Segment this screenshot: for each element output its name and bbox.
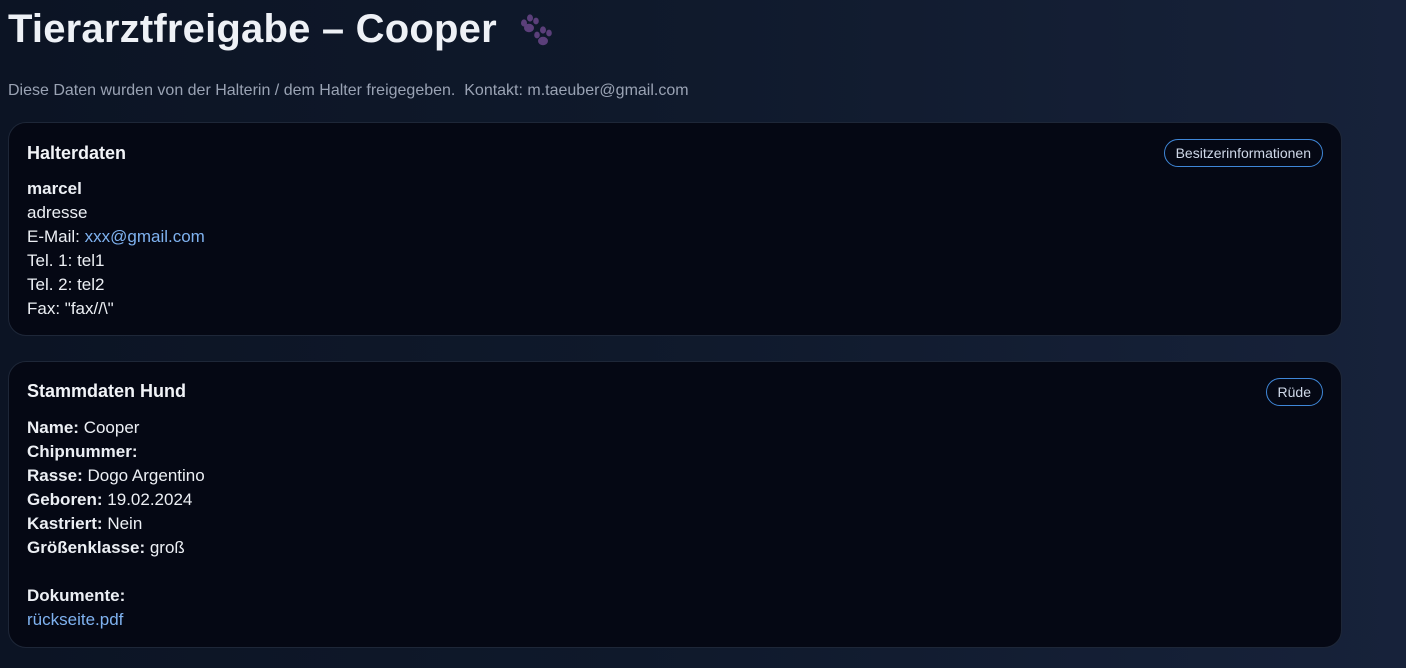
dog-field-neutered: Kastriert: Nein (27, 512, 205, 536)
share-notice: Diese Daten wurden von der Halterin / de… (8, 82, 689, 99)
field-value: Dogo Argentino (82, 466, 205, 485)
field-label: Geboren: (27, 490, 103, 509)
dog-field-size: Größenklasse: groß (27, 536, 205, 560)
sex-badge[interactable]: Rüde (1265, 378, 1323, 406)
owner-card: Halterdaten Besitzerinformationen marcel… (8, 122, 1342, 336)
dog-field-chip: Chipnummer: (27, 440, 205, 464)
document-item: rückseite.pdf (27, 608, 205, 632)
page-title-text: Tierarztfreigabe – Cooper (8, 7, 497, 51)
field-label: Name: (27, 418, 79, 437)
owner-fax: Fax: "fax//\" (27, 299, 114, 318)
owner-email-link[interactable]: xxx@gmail.com (85, 227, 205, 246)
page-title: Tierarztfreigabe – Cooper (8, 6, 555, 52)
dog-card-title: Stammdaten Hund (27, 381, 187, 401)
document-link[interactable]: rückseite.pdf (27, 610, 123, 629)
field-label: Rasse: (27, 466, 83, 485)
dog-card: Stammdaten Hund Rüde Name: Cooper Chipnu… (8, 361, 1342, 648)
owner-card-title: Halterdaten (27, 143, 127, 163)
field-label: Größenklasse: (27, 538, 146, 557)
documents-label: Dokumente: (27, 586, 126, 605)
owner-email-row: E-Mail: xxx@gmail.com (27, 225, 205, 249)
owner-tel2: Tel. 2: tel2 (27, 275, 105, 294)
owner-tel1: Tel. 1: tel1 (27, 251, 105, 270)
owner-name: marcel (27, 179, 82, 198)
dog-field-breed: Rasse: Dogo Argentino (27, 464, 205, 488)
owner-email-label: E-Mail: (27, 227, 85, 246)
owner-address: adresse (27, 203, 88, 222)
paw-prints-icon (520, 14, 552, 46)
dog-field-name: Name: Cooper (27, 416, 205, 440)
field-value: groß (145, 538, 185, 557)
dog-field-born: Geboren: 19.02.2024 (27, 488, 205, 512)
owner-info-badge[interactable]: Besitzerinformationen (1163, 139, 1323, 167)
page: Tierarztfreigabe – Cooper Diese Daten wu… (0, 0, 1406, 668)
field-label: Kastriert: (27, 514, 103, 533)
field-value: Cooper (78, 418, 140, 437)
field-label: Chipnummer: (27, 442, 138, 461)
field-value: Nein (102, 514, 143, 533)
owner-details: marcel adresse E-Mail: xxx@gmail.com Tel… (27, 177, 205, 321)
field-value: 19.02.2024 (102, 490, 193, 509)
dog-details: Name: Cooper Chipnummer: Rasse: Dogo Arg… (27, 416, 205, 632)
